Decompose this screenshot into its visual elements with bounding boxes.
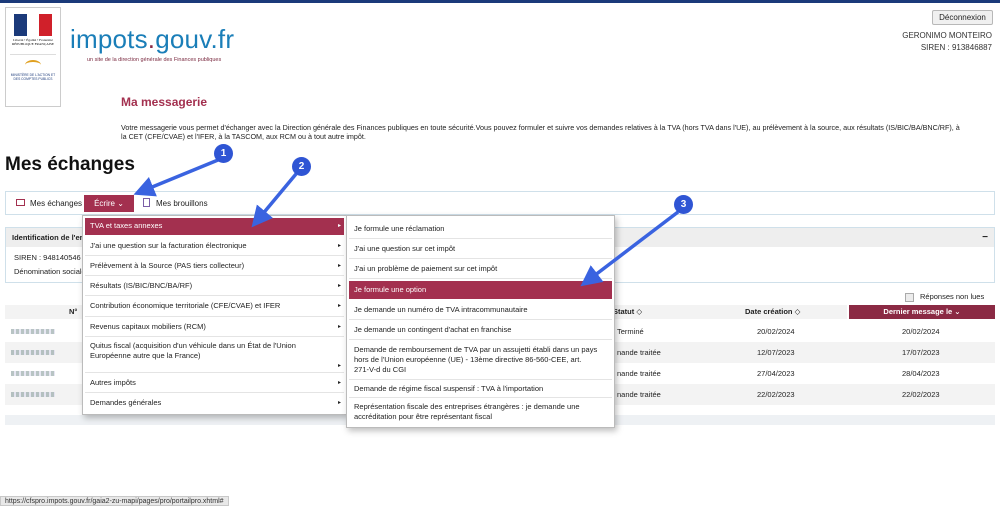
chevron-right-icon: ▸ <box>337 223 341 229</box>
arrow-to-write-button <box>133 158 219 197</box>
logo-tagline: un site de la direction générale des Fin… <box>87 57 222 63</box>
logout-button[interactable]: Déconnexion <box>932 10 993 25</box>
browser-status-bar: https://cfspro.impots.gouv.fr/gaia2-zu-m… <box>0 496 229 506</box>
column-header-last-message[interactable]: Dernier message le ⌄ <box>849 305 995 319</box>
menu-item-tva[interactable]: TVA et taxes annexes ▸ <box>85 218 344 235</box>
annotation-badge-1: 1 <box>214 144 233 163</box>
submenu-fiscal-representation[interactable]: Représentation fiscale des entreprises é… <box>349 398 612 425</box>
impots-logo[interactable]: impots.gouv.fr <box>70 24 234 55</box>
menu-item-quitus-fiscal[interactable]: Quitus fiscal (acquisition d'un véhicule… <box>85 337 344 373</box>
user-name: GERONIMO MONTEIRO <box>902 31 992 40</box>
chevron-right-icon: ▸ <box>337 282 341 289</box>
submenu-payment-problem[interactable]: J'ai un problème de paiement sur cet imp… <box>349 259 612 279</box>
chevron-right-icon: ▸ <box>337 363 341 369</box>
chevron-right-icon: ▸ <box>337 379 341 386</box>
french-flag-icon <box>14 14 53 36</box>
chevron-right-icon: ▸ <box>337 323 341 330</box>
menu-item-rcm[interactable]: Revenus capitaux mobiliers (RCM) ▸ <box>85 317 344 337</box>
submenu-question[interactable]: J'ai une question sur cet impôt <box>349 239 612 259</box>
chevron-down-icon: ⌄ <box>117 199 124 208</box>
unread-replies-filter[interactable]: Réponses non lues <box>905 292 984 302</box>
redacted-number <box>11 371 55 376</box>
republic-text: Liberté • Égalité • Fraternité RÉPUBLIQU… <box>11 38 55 46</box>
menu-item-general[interactable]: Demandes générales ▸ <box>85 393 344 413</box>
submenu-purchase-quota[interactable]: Je demande un contingent d'achat en fran… <box>349 320 612 340</box>
ministry-seal-icon <box>25 60 41 70</box>
chevron-right-icon: ▸ <box>337 242 341 249</box>
tva-submenu: Je formule une réclamation J'ai une ques… <box>346 215 615 428</box>
menu-item-pas[interactable]: Prélèvement à la Source (PAS tiers colle… <box>85 256 344 276</box>
submenu-claim[interactable]: Je formule une réclamation <box>349 219 612 239</box>
chevron-right-icon: ▸ <box>337 262 341 269</box>
ident-denomination: Dénomination sociale <box>14 267 86 276</box>
redacted-number <box>11 350 55 355</box>
ident-siren: SIREN : 948140546 <box>14 253 81 262</box>
chevron-right-icon: ▸ <box>337 400 341 406</box>
collapse-toggle[interactable]: − <box>982 228 988 247</box>
menu-item-other-taxes[interactable]: Autres impôts ▸ <box>85 373 344 393</box>
submenu-vat-number[interactable]: Je demande un numéro de TVA intracommuna… <box>349 300 612 320</box>
user-siren: SIREN : 913846887 <box>920 43 992 52</box>
messaging-toolbar: Mes échanges Écrire ⌄ Mes brouillons <box>5 191 995 215</box>
unread-checkbox[interactable] <box>905 292 914 302</box>
annotation-badge-2: 2 <box>292 157 311 176</box>
top-color-bar <box>0 0 1000 3</box>
my-exchanges-button[interactable]: Mes échanges <box>10 195 86 212</box>
inbox-icon <box>16 199 25 207</box>
marianne-logo[interactable]: Liberté • Égalité • Fraternité RÉPUBLIQU… <box>5 7 61 107</box>
annotation-badge-3: 3 <box>674 195 693 214</box>
redacted-number <box>11 392 55 397</box>
submenu-suspensive-regime[interactable]: Demande de régime fiscal suspensif : TVA… <box>349 380 612 398</box>
menu-item-cet-ifer[interactable]: Contribution économique territoriale (CF… <box>85 296 344 317</box>
write-button[interactable]: Écrire ⌄ <box>84 195 134 212</box>
write-menu: TVA et taxes annexes ▸ J'ai une question … <box>82 215 347 415</box>
my-drafts-button[interactable]: Mes brouillons <box>137 195 217 212</box>
menu-item-results[interactable]: Résultats (IS/BIC/BNC/BA/RF) ▸ <box>85 276 344 296</box>
submenu-option[interactable]: Je formule une option <box>349 281 612 299</box>
menu-item-e-invoicing[interactable]: J'ai une question sur la facturation éle… <box>85 236 344 256</box>
draft-document-icon <box>143 198 150 208</box>
page-title: Ma messagerie <box>121 95 208 109</box>
column-header-created[interactable]: Date création ◇ <box>745 305 847 319</box>
ministry-text: MINISTÈRE DE L'ACTION ET DES COMPTES PUB… <box>10 73 56 81</box>
chevron-right-icon: ▸ <box>337 303 341 309</box>
intro-text: Votre messagerie vous permet d'échanger … <box>121 123 960 141</box>
section-title: Mes échanges <box>5 154 135 175</box>
redacted-number <box>11 329 55 334</box>
submenu-vat-refund[interactable]: Demande de remboursement de TVA par un a… <box>349 340 612 380</box>
